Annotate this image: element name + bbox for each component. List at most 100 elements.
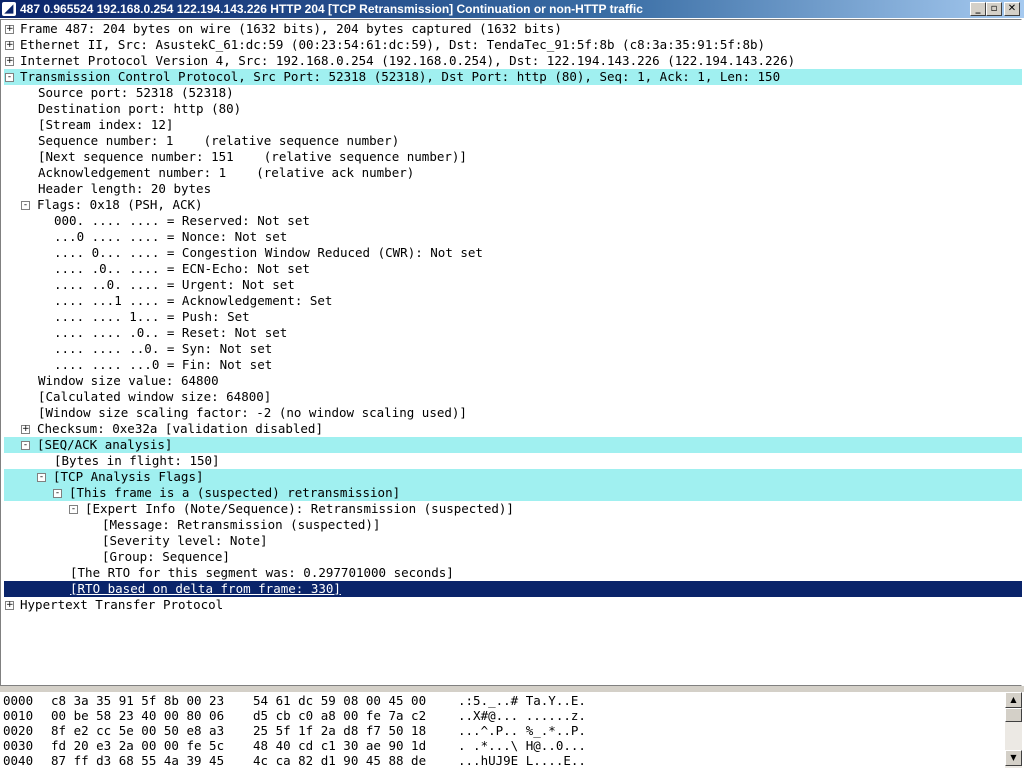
packet-details-tree[interactable]: + Frame 487: 204 bytes on wire (1632 bits… bbox=[0, 19, 1022, 686]
hex-ascii: ...hUJ9E L....E.. bbox=[458, 753, 586, 768]
hex-bytes-left: 00 be 58 23 40 00 80 06 bbox=[51, 708, 225, 723]
tree-row-label: Acknowledgement number: 1 (relative ack … bbox=[38, 165, 415, 180]
tree-row[interactable]: .... .0.. .... = ECN-Echo: Not set bbox=[4, 261, 1022, 277]
tree-row-label: .... 0... .... = Congestion Window Reduc… bbox=[54, 245, 483, 260]
tree-row-label: Frame 487: 204 bytes on wire (1632 bits)… bbox=[20, 21, 562, 36]
scroll-thumb[interactable] bbox=[1005, 708, 1022, 722]
tree-row[interactable]: ...0 .... .... = Nonce: Not set bbox=[4, 229, 1022, 245]
tree-row[interactable]: + Checksum: 0xe32a [validation disabled] bbox=[4, 421, 1022, 437]
tree-row-label: [The RTO for this segment was: 0.2977010… bbox=[70, 565, 454, 580]
tree-row[interactable]: .... .... 1... = Push: Set bbox=[4, 309, 1022, 325]
tree-row[interactable]: + Internet Protocol Version 4, Src: 192.1… bbox=[4, 53, 1022, 69]
tree-row[interactable]: .... ...1 .... = Acknowledgement: Set bbox=[4, 293, 1022, 309]
scroll-down-icon[interactable]: ▼ bbox=[1005, 750, 1022, 766]
tree-row[interactable]: Source port: 52318 (52318) bbox=[4, 85, 1022, 101]
tree-row[interactable]: - [TCP Analysis Flags] bbox=[4, 469, 1022, 485]
collapse-icon[interactable]: - bbox=[21, 441, 30, 450]
tree-row[interactable]: .... ..0. .... = Urgent: Not set bbox=[4, 277, 1022, 293]
maximize-button[interactable]: ▫ bbox=[986, 2, 1002, 16]
tree-row-label: .... .... .0.. = Reset: Not set bbox=[54, 325, 288, 340]
tree-row[interactable]: + Ethernet II, Src: AsustekC_61:dc:59 (00… bbox=[4, 37, 1022, 53]
tree-row-label: [Stream index: 12] bbox=[38, 117, 174, 132]
close-button[interactable]: ✕ bbox=[1004, 2, 1020, 16]
expand-icon[interactable]: + bbox=[5, 601, 14, 610]
tree-row-label: [Group: Sequence] bbox=[102, 549, 230, 564]
tree-row[interactable]: - [SEQ/ACK analysis] bbox=[4, 437, 1022, 453]
tree-row-label: [RTO based on delta from frame: 330] bbox=[70, 581, 341, 596]
tree-row[interactable]: [Message: Retransmission (suspected)] bbox=[4, 517, 1022, 533]
hex-bytes-right: 25 5f 1f 2a d8 f7 50 18 bbox=[253, 723, 427, 738]
tree-row-label: Checksum: 0xe32a [validation disabled] bbox=[37, 421, 323, 436]
tree-row-label: Ethernet II, Src: AsustekC_61:dc:59 (00:… bbox=[20, 37, 766, 52]
tree-row-label: Flags: 0x18 (PSH, ACK) bbox=[37, 197, 203, 212]
tree-row[interactable]: + Frame 487: 204 bytes on wire (1632 bits… bbox=[4, 21, 1022, 37]
hex-row[interactable]: 0040 87 ff d3 68 55 4a 39 45 4c ca 82 d1 9… bbox=[3, 753, 1003, 768]
tree-row[interactable]: [RTO based on delta from frame: 330] bbox=[4, 581, 1022, 597]
hex-ascii: . .*...\ H@..0... bbox=[458, 738, 586, 753]
tree-row[interactable]: [Group: Sequence] bbox=[4, 549, 1022, 565]
collapse-icon[interactable]: - bbox=[21, 201, 30, 210]
tree-row-label: [SEQ/ACK analysis] bbox=[37, 437, 173, 452]
tree-row[interactable]: [Severity level: Note] bbox=[4, 533, 1022, 549]
tree-row[interactable]: .... .... ..0. = Syn: Not set bbox=[4, 341, 1022, 357]
tree-row[interactable]: .... 0... .... = Congestion Window Reduc… bbox=[4, 245, 1022, 261]
hex-row[interactable]: 0020 8f e2 cc 5e 00 50 e8 a3 25 5f 1f 2a d… bbox=[3, 723, 1003, 738]
tree-row[interactable]: .... .... ...0 = Fin: Not set bbox=[4, 357, 1022, 373]
tree-row-label: [Expert Info (Note/Sequence): Retransmis… bbox=[85, 501, 514, 516]
tree-row[interactable]: Acknowledgement number: 1 (relative ack … bbox=[4, 165, 1022, 181]
tree-row-label: [This frame is a (suspected) retransmiss… bbox=[69, 485, 401, 500]
tree-row[interactable]: [Next sequence number: 151 (relative seq… bbox=[4, 149, 1022, 165]
tree-row[interactable]: [Window size scaling factor: -2 (no wind… bbox=[4, 405, 1022, 421]
tree-row[interactable]: + Hypertext Transfer Protocol bbox=[4, 597, 1022, 613]
tree-row-label: [Window size scaling factor: -2 (no wind… bbox=[38, 405, 467, 420]
tree-row[interactable]: Sequence number: 1 (relative sequence nu… bbox=[4, 133, 1022, 149]
tree-row-label: [Severity level: Note] bbox=[102, 533, 268, 548]
hex-offset: 0000 bbox=[3, 693, 34, 708]
expand-icon[interactable]: + bbox=[5, 41, 14, 50]
hex-offset: 0030 bbox=[3, 738, 34, 753]
hex-bytes-right: 54 61 dc 59 08 00 45 00 bbox=[253, 693, 427, 708]
tree-row[interactable]: Header length: 20 bytes bbox=[4, 181, 1022, 197]
expand-icon[interactable]: + bbox=[5, 57, 14, 66]
expand-icon[interactable]: + bbox=[21, 425, 30, 434]
collapse-icon[interactable]: - bbox=[5, 73, 14, 82]
hex-bytes-left: 8f e2 cc 5e 00 50 e8 a3 bbox=[51, 723, 225, 738]
tree-row[interactable]: Destination port: http (80) bbox=[4, 101, 1022, 117]
hex-bytes-left: 87 ff d3 68 55 4a 39 45 bbox=[51, 753, 225, 768]
tree-row-label: Hypertext Transfer Protocol bbox=[20, 597, 224, 612]
collapse-icon[interactable]: - bbox=[53, 489, 62, 498]
tree-row[interactable]: [Calculated window size: 64800] bbox=[4, 389, 1022, 405]
tree-row-label: [TCP Analysis Flags] bbox=[53, 469, 204, 484]
tree-row-label: .... ...1 .... = Acknowledgement: Set bbox=[54, 293, 333, 308]
tree-row[interactable]: - Flags: 0x18 (PSH, ACK) bbox=[4, 197, 1022, 213]
tree-row[interactable]: [Bytes in flight: 150] bbox=[4, 453, 1022, 469]
hex-ascii: .:5._..# Ta.Y..E. bbox=[458, 693, 586, 708]
tree-row[interactable]: [Stream index: 12] bbox=[4, 117, 1022, 133]
tree-row-label: Sequence number: 1 (relative sequence nu… bbox=[38, 133, 400, 148]
tree-row[interactable]: [The RTO for this segment was: 0.2977010… bbox=[4, 565, 1022, 581]
tree-row[interactable]: - Transmission Control Protocol, Src Port… bbox=[4, 69, 1022, 85]
tree-row-label: Destination port: http (80) bbox=[38, 101, 242, 116]
hex-offset: 0020 bbox=[3, 723, 34, 738]
hex-ascii: ...^.P.. %_.*..P. bbox=[458, 723, 586, 738]
bytes-scrollbar[interactable]: ▲ ▼ bbox=[1005, 692, 1022, 768]
tree-row-label: .... ..0. .... = Urgent: Not set bbox=[54, 277, 295, 292]
hex-row[interactable]: 0030 fd 20 e3 2a 00 00 fe 5c 48 40 cd c1 3… bbox=[3, 738, 1003, 753]
hex-row[interactable]: 0000 c8 3a 35 91 5f 8b 00 23 54 61 dc 59 0… bbox=[3, 693, 1003, 708]
tree-row-label: .... .0.. .... = ECN-Echo: Not set bbox=[54, 261, 310, 276]
scroll-up-icon[interactable]: ▲ bbox=[1005, 692, 1022, 708]
tree-row[interactable]: 000. .... .... = Reserved: Not set bbox=[4, 213, 1022, 229]
tree-row-label: [Message: Retransmission (suspected)] bbox=[102, 517, 381, 532]
packet-bytes-pane[interactable]: 0000 c8 3a 35 91 5f 8b 00 23 54 61 dc 59 0… bbox=[0, 692, 1005, 768]
expand-icon[interactable]: + bbox=[5, 25, 14, 34]
hex-row[interactable]: 0010 00 be 58 23 40 00 80 06 d5 cb c0 a8 0… bbox=[3, 708, 1003, 723]
collapse-icon[interactable]: - bbox=[37, 473, 46, 482]
tree-row[interactable]: .... .... .0.. = Reset: Not set bbox=[4, 325, 1022, 341]
tree-row[interactable]: - [This frame is a (suspected) retransmis… bbox=[4, 485, 1022, 501]
hex-bytes-right: d5 cb c0 a8 00 fe 7a c2 bbox=[253, 708, 427, 723]
minimize-button[interactable]: _ bbox=[970, 2, 986, 16]
tree-row-label: [Bytes in flight: 150] bbox=[54, 453, 220, 468]
collapse-icon[interactable]: - bbox=[69, 505, 78, 514]
tree-row[interactable]: Window size value: 64800 bbox=[4, 373, 1022, 389]
tree-row[interactable]: - [Expert Info (Note/Sequence): Retransmi… bbox=[4, 501, 1022, 517]
